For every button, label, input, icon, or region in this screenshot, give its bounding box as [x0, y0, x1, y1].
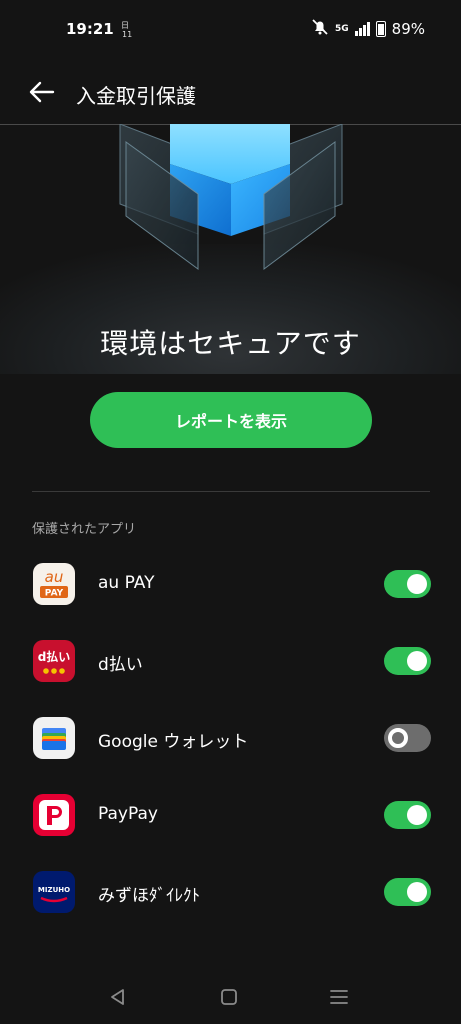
- app-name: Google ウォレット: [98, 732, 249, 752]
- signal-icon: [354, 22, 370, 36]
- list-item-au-pay[interactable]: au PAY au PAY: [0, 546, 461, 623]
- svg-text:d払い: d払い: [38, 649, 71, 664]
- protection-toggle-mizuho[interactable]: [384, 878, 431, 906]
- battery-icon: [375, 21, 386, 37]
- paypay-app-icon: [33, 794, 75, 836]
- status-indicators: 5G 89%: [311, 19, 425, 39]
- status-time: 19:21: [66, 20, 114, 38]
- page-title: 入金取引保護: [76, 84, 196, 108]
- section-label-protected-apps: 保護されたアプリ: [32, 522, 137, 537]
- app-name: au PAY: [98, 573, 155, 593]
- nav-back-icon[interactable]: [107, 986, 129, 1008]
- status-bar: 19:21 日 11 5G 89%: [0, 0, 461, 60]
- list-item-d-barai[interactable]: d払い d払い: [0, 623, 461, 700]
- list-item-paypay[interactable]: PayPay: [0, 777, 461, 854]
- app-header: 入金取引保護: [0, 60, 461, 125]
- au-pay-app-icon: au PAY: [33, 563, 75, 605]
- svg-text:MIZUHO: MIZUHO: [38, 886, 70, 894]
- protected-app-list: au PAY au PAY d払い d払い Google ウォレット PayPa…: [0, 546, 461, 931]
- svg-text:PAY: PAY: [45, 589, 64, 599]
- divider: [32, 491, 430, 492]
- calendar-notification-icon: 日 11: [120, 20, 134, 41]
- d-barai-app-icon: d払い: [33, 640, 75, 682]
- google-wallet-app-icon: [33, 717, 75, 759]
- view-report-button[interactable]: レポートを表示: [90, 392, 372, 448]
- app-name: みずほﾀﾞｲﾚｸﾄ: [98, 886, 200, 906]
- list-item-mizuho[interactable]: MIZUHO みずほﾀﾞｲﾚｸﾄ: [0, 854, 461, 931]
- protection-toggle-paypay[interactable]: [384, 801, 431, 829]
- list-item-google-wallet[interactable]: Google ウォレット: [0, 700, 461, 777]
- protection-toggle-google-wallet[interactable]: [384, 724, 431, 752]
- nav-home-icon[interactable]: [218, 986, 240, 1008]
- mizuho-app-icon: MIZUHO: [33, 871, 75, 913]
- nav-recents-icon[interactable]: [328, 986, 350, 1008]
- mute-icon: [311, 19, 329, 39]
- network-type: 5G: [335, 24, 349, 34]
- battery-percentage: 89%: [391, 20, 425, 38]
- svg-text:日: 日: [121, 21, 129, 30]
- protection-toggle-d-barai[interactable]: [384, 647, 431, 675]
- svg-text:11: 11: [122, 30, 132, 38]
- app-name: d払い: [98, 655, 143, 675]
- protection-toggle-au-pay[interactable]: [384, 570, 431, 598]
- app-name: PayPay: [98, 804, 158, 824]
- security-status-text: 環境はセキュアです: [100, 327, 361, 360]
- system-navigation-bar: [0, 980, 461, 1014]
- svg-text:au: au: [45, 568, 64, 586]
- arrow-left-icon[interactable]: [28, 78, 56, 106]
